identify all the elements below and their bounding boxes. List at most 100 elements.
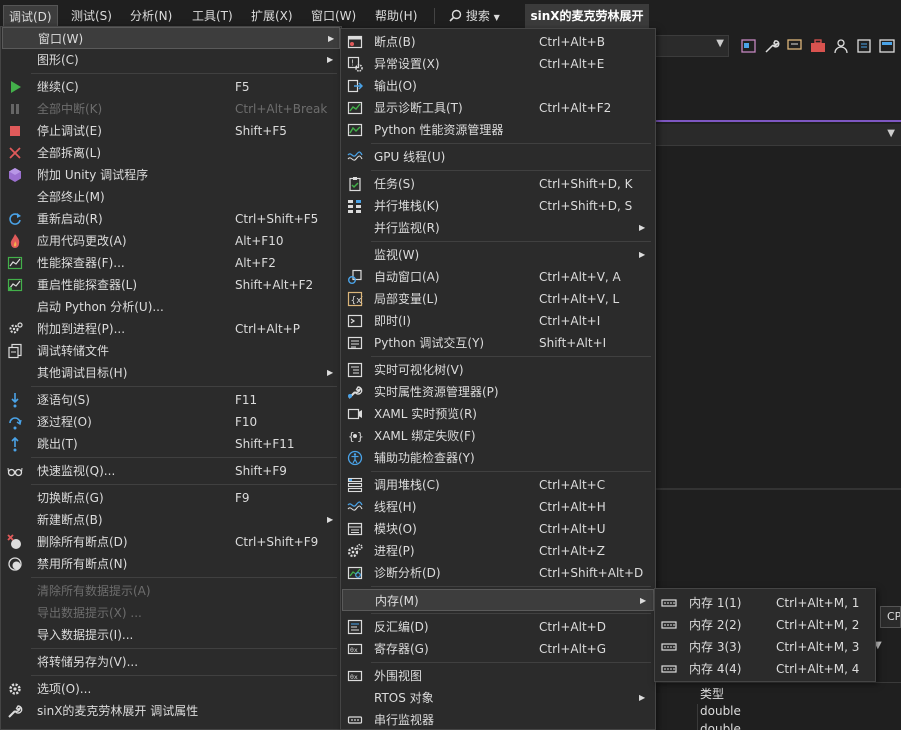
menu-analyze[interactable]: 分析(N) [125,5,177,27]
debug-menu-item[interactable]: 选项(O)... [2,678,340,700]
windows-menu-item[interactable]: 反汇编(D) Ctrl+Alt+D [342,616,654,638]
windows-menu-item[interactable]: 显示诊断工具(T) Ctrl+Alt+F2 [342,97,654,119]
windows-menu-item[interactable]: 模块(O) Ctrl+Alt+U [342,518,654,540]
table-row[interactable]: double [655,704,901,722]
windows-menu-item[interactable]: 任务(S) Ctrl+Shift+D, K [342,173,654,195]
table-row[interactable]: double [655,722,901,730]
windows-menu-item[interactable]: GPU 线程(U) [342,146,654,168]
windows-menu-item[interactable]: 断点(B) Ctrl+Alt+B [342,31,654,53]
debug-menu-item[interactable]: 导入数据提示(I)... [2,624,340,646]
debug-menu-item[interactable]: 新建断点(B) ▶ [2,509,340,531]
windows-menu-item[interactable]: 实时属性资源管理器(P) [342,381,654,403]
debug-menu-item[interactable]: 逐语句(S) F11 [2,389,340,411]
windows-menu-item[interactable]: 实时可视化树(V) [342,359,654,381]
debug-menu-item-label: 逐语句(S) [37,393,90,407]
windows-menu-item[interactable]: 自动窗口(A) Ctrl+Alt+V, A [342,266,654,288]
debug-menu-item[interactable]: 快速监视(Q)... Shift+F9 [2,460,340,482]
debug-menu-item-label: 图形(C) [37,53,79,67]
team-explorer-icon[interactable] [832,37,850,55]
debug-menu-item[interactable]: 跳出(T) Shift+F11 [2,433,340,455]
registers-icon: 0x [347,643,363,655]
memory-menu-item[interactable]: 内存 2(2) Ctrl+Alt+M, 2 [656,614,874,636]
toolbar-combo[interactable]: ▼ [655,35,729,57]
debug-menu-item[interactable]: 其他调试目标(H) ▶ [2,362,340,384]
debug-menu-item[interactable]: 性能探查器(F)... Alt+F2 [2,252,340,274]
menu-test[interactable]: 测试(S) [66,5,117,27]
menu-tools[interactable]: 工具(T) [187,5,238,27]
debug-menu-item[interactable]: 继续(C) F5 [2,76,340,98]
memory-menu-item[interactable]: 内存 4(4) Ctrl+Alt+M, 4 [656,658,874,680]
windows-menu-item[interactable]: 并行堆栈(K) Ctrl+Shift+D, S [342,195,654,217]
windows-menu-item[interactable]: 串行监视器 [342,709,654,730]
windows-menu-item-label: 实时可视化树(V) [374,363,464,377]
windows-menu-item[interactable]: 辅助功能检查器(Y) [342,447,654,469]
windows-menu-item[interactable]: 进程(P) Ctrl+Alt+Z [342,540,654,562]
windows-menu-item[interactable]: XAML 实时预览(R) [342,403,654,425]
editor-navigation-bar[interactable]: ▼ [655,124,901,146]
properties-icon[interactable] [855,37,873,55]
windows-menu-item[interactable]: 0x 寄存器(G) Ctrl+Alt+G [342,638,654,660]
windows-menu-item[interactable]: {x} 局部变量(L) Ctrl+Alt+V, L [342,288,654,310]
wrench-icon[interactable] [763,37,781,55]
debug-menu-item[interactable]: 重启性能探查器(L) Shift+Alt+F2 [2,274,340,296]
windows-menu-item[interactable]: 监视(W) ▶ [342,244,654,266]
memory-submenu: 内存 1(1) Ctrl+Alt+M, 1 内存 2(2) Ctrl+Alt+M, 2… [654,588,876,682]
debug-menu-item[interactable]: 删除所有断点(D) Ctrl+Shift+F9 [2,531,340,553]
cp-tab[interactable]: CP [880,606,901,628]
debug-menu-item[interactable]: 将转储另存为(V)... [2,651,340,673]
debug-menu-item[interactable]: 重新启动(R) Ctrl+Shift+F5 [2,208,340,230]
menu-help[interactable]: 帮助(H) [370,5,422,27]
tasks-clipboard-icon [349,177,361,192]
windows-menu-item[interactable]: ! 异常设置(X) Ctrl+Alt+E [342,53,654,75]
memory-menu-item[interactable]: 内存 3(3) Ctrl+Alt+M, 3 [656,636,874,658]
type-column-header[interactable]: 类型 [700,685,724,702]
windows-menu-item[interactable]: 诊断分析(D) Ctrl+Shift+Alt+D [342,562,654,584]
memory-menu-item-label: 内存 4(4) [689,662,742,676]
debug-menu-item[interactable]: 窗口(W) ▶ [2,27,340,49]
windows-menu-item[interactable]: {} XAML 绑定失败(F) [342,425,654,447]
debug-menu-item[interactable]: 禁用所有断点(N) [2,553,340,575]
windows-menu-item[interactable]: 调用堆栈(C) Ctrl+Alt+C [342,474,654,496]
debug-menu-item[interactable]: 附加 Unity 调试程序 [2,164,340,186]
submenu-arrow-icon: ▶ [327,55,334,64]
memory-menu-item[interactable]: 内存 1(1) Ctrl+Alt+M, 1 [656,592,874,614]
debug-menu-item[interactable]: 附加到进程(P)... Ctrl+Alt+P [2,318,340,340]
windows-menu-item-shortcut: Ctrl+Alt+V, L [539,292,620,306]
threads-icon [347,501,363,511]
debug-menu-item[interactable]: 图形(C) ▶ [2,49,340,71]
windows-menu-item-shortcut: Ctrl+Alt+E [539,57,605,71]
search-button[interactable]: 搜索 ▼ [444,5,505,27]
menu-window[interactable]: 窗口(W) [306,5,361,27]
parallel-stacks-icon [348,200,361,213]
windows-menu-item[interactable]: 即时(I) Ctrl+Alt+I [342,310,654,332]
windows-menu-item[interactable]: 0x 外围视图 [342,665,654,687]
debug-menu-item-shortcut: Shift+F9 [235,464,287,478]
menu-debug[interactable]: 调试(D) [3,5,58,27]
debug-menu-item[interactable]: 全部拆离(L) [2,142,340,164]
solution-title[interactable]: sinX的麦克劳林展开 [525,4,649,28]
windows-menu-item[interactable]: 线程(H) Ctrl+Alt+H [342,496,654,518]
comment-icon[interactable] [786,37,804,55]
menu-extensions[interactable]: 扩展(X) [246,5,298,27]
toolbox-icon[interactable] [809,37,827,55]
bookmark-window-icon[interactable] [740,37,758,55]
windows-menu-item[interactable]: 内存(M) ▶ [342,589,654,611]
windows-menu-item[interactable]: RTOS 对象 ▶ [342,687,654,709]
svg-text:0x: 0x [350,673,358,681]
window-layout-icon[interactable] [878,37,896,55]
menu-separator [31,648,337,649]
debug-menu-item[interactable]: 停止调试(E) Shift+F5 [2,120,340,142]
windows-menu-item[interactable]: Python 调试交互(Y) Shift+Alt+I [342,332,654,354]
debug-menu-item[interactable]: sinX的麦克劳林展开 调试属性 [2,700,340,722]
windows-menu-item[interactable]: 并行监视(R) ▶ [342,217,654,239]
debug-menu-item[interactable]: 调试转储文件 [2,340,340,362]
windows-menu-item-label: 任务(S) [374,177,415,191]
windows-menu-item[interactable]: 输出(O) [342,75,654,97]
windows-menu-item[interactable]: Python 性能资源管理器 [342,119,654,141]
debug-menu-item[interactable]: 逐过程(O) F10 [2,411,340,433]
debug-menu-item[interactable]: 启动 Python 分析(U)... [2,296,340,318]
debug-menu-item[interactable]: 全部终止(M) [2,186,340,208]
debug-menu-item[interactable]: 应用代码更改(A) Alt+F10 [2,230,340,252]
memory-chip-icon [661,621,677,629]
debug-menu-item[interactable]: 切换断点(G) F9 [2,487,340,509]
